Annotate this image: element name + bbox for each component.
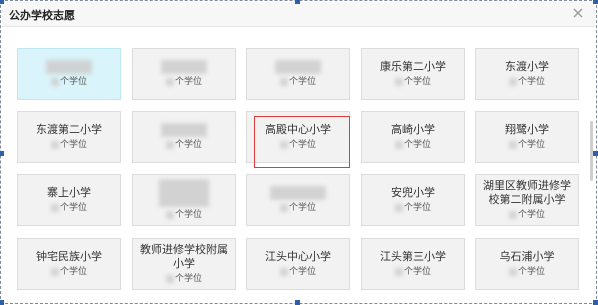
school-tile[interactable]: 个学位 — [17, 48, 121, 100]
school-name: 东渡小学 — [505, 60, 549, 73]
resize-handle[interactable] — [0, 300, 4, 305]
school-name: 教师进修学校附属小学 — [140, 243, 228, 270]
seat-count: 个学位 — [50, 139, 87, 151]
resize-handle[interactable] — [593, 151, 598, 156]
school-name: 江头中心小学 — [265, 250, 331, 263]
seat-count: 个学位 — [508, 209, 545, 221]
school-tile[interactable]: 个学位 — [132, 48, 236, 100]
redacted-name — [46, 60, 92, 74]
seat-count: 个学位 — [165, 139, 202, 151]
resize-handle[interactable] — [0, 151, 4, 156]
school-tile[interactable]: 江头第三小学 个学位 — [361, 238, 465, 290]
school-tile[interactable]: 个学位 — [132, 111, 236, 163]
close-icon[interactable] — [571, 5, 585, 19]
redacted-name — [159, 179, 209, 207]
resize-handle[interactable] — [593, 300, 598, 305]
school-tile[interactable]: 个学位 — [246, 174, 350, 226]
seat-count: 个学位 — [394, 76, 431, 88]
seat-count: 个学位 — [508, 76, 545, 88]
school-grid: 个学位 个学位 个学位 康乐第二小学 个学位 东渡小学 个学位 东渡第二小学 个… — [17, 48, 579, 293]
redacted-name — [161, 60, 207, 74]
school-name: 钟宅民族小学 — [36, 250, 102, 263]
seat-count: 个学位 — [50, 76, 87, 88]
school-tile[interactable]: 东渡小学 个学位 — [475, 48, 579, 100]
seat-count: 个学位 — [279, 76, 316, 88]
school-name: 安兜小学 — [391, 186, 435, 199]
school-choice-dialog: 公办学校志愿 个学位 个学位 个学位 康乐第二小学 个学位 东渡小学 个学位 东… — [0, 0, 598, 305]
seat-count: 个学位 — [394, 266, 431, 278]
school-tile[interactable]: 乌石浦小学 个学位 — [475, 238, 579, 290]
seat-count: 个学位 — [50, 202, 87, 214]
school-tile[interactable]: 东渡第二小学 个学位 — [17, 111, 121, 163]
redacted-name — [275, 60, 321, 74]
dialog-title: 公办学校志愿 — [9, 9, 75, 22]
school-tile[interactable]: 江头中心小学 个学位 — [246, 238, 350, 290]
school-tile[interactable]: 寨上小学 个学位 — [17, 174, 121, 226]
school-name: 湖里区教师进修学校第二附属小学 — [483, 179, 571, 206]
school-tile[interactable]: 教师进修学校附属小学 个学位 — [132, 238, 236, 290]
school-tile[interactable]: 翔鹭小学 个学位 — [475, 111, 579, 163]
school-name: 乌石浦小学 — [499, 250, 555, 263]
school-name: 东渡第二小学 — [36, 123, 102, 136]
seat-count: 个学位 — [279, 266, 316, 278]
resize-handle[interactable] — [295, 0, 300, 4]
school-name: 寨上小学 — [47, 186, 91, 199]
resize-handle[interactable] — [0, 0, 4, 4]
school-tile[interactable]: 个学位 — [132, 174, 236, 226]
highlighted-school-outline — [254, 116, 350, 168]
seat-count: 个学位 — [508, 139, 545, 151]
school-tile[interactable]: 高崎小学 个学位 — [361, 111, 465, 163]
resize-handle[interactable] — [295, 300, 300, 305]
seat-count: 个学位 — [394, 139, 431, 151]
school-tile[interactable]: 康乐第二小学 个学位 — [361, 48, 465, 100]
seat-count: 个学位 — [279, 202, 316, 214]
seat-count: 个学位 — [394, 202, 431, 214]
seat-count: 个学位 — [508, 266, 545, 278]
resize-handle[interactable] — [593, 0, 598, 4]
school-tile[interactable]: 钟宅民族小学 个学位 — [17, 238, 121, 290]
redacted-name — [270, 186, 326, 200]
redacted-name — [161, 123, 207, 137]
school-tile[interactable]: 湖里区教师进修学校第二附属小学 个学位 — [475, 174, 579, 226]
seat-count: 个学位 — [165, 76, 202, 88]
school-name: 翔鹭小学 — [505, 123, 549, 136]
seat-count: 个学位 — [165, 209, 202, 221]
dialog-titlebar: 公办学校志愿 — [2, 2, 595, 27]
school-tile[interactable]: 个学位 — [246, 48, 350, 100]
school-tile[interactable]: 安兜小学 个学位 — [361, 174, 465, 226]
school-name: 江头第三小学 — [380, 250, 446, 263]
school-name: 高崎小学 — [391, 123, 435, 136]
school-name: 康乐第二小学 — [380, 60, 446, 73]
seat-count: 个学位 — [50, 266, 87, 278]
seat-count: 个学位 — [165, 273, 202, 285]
